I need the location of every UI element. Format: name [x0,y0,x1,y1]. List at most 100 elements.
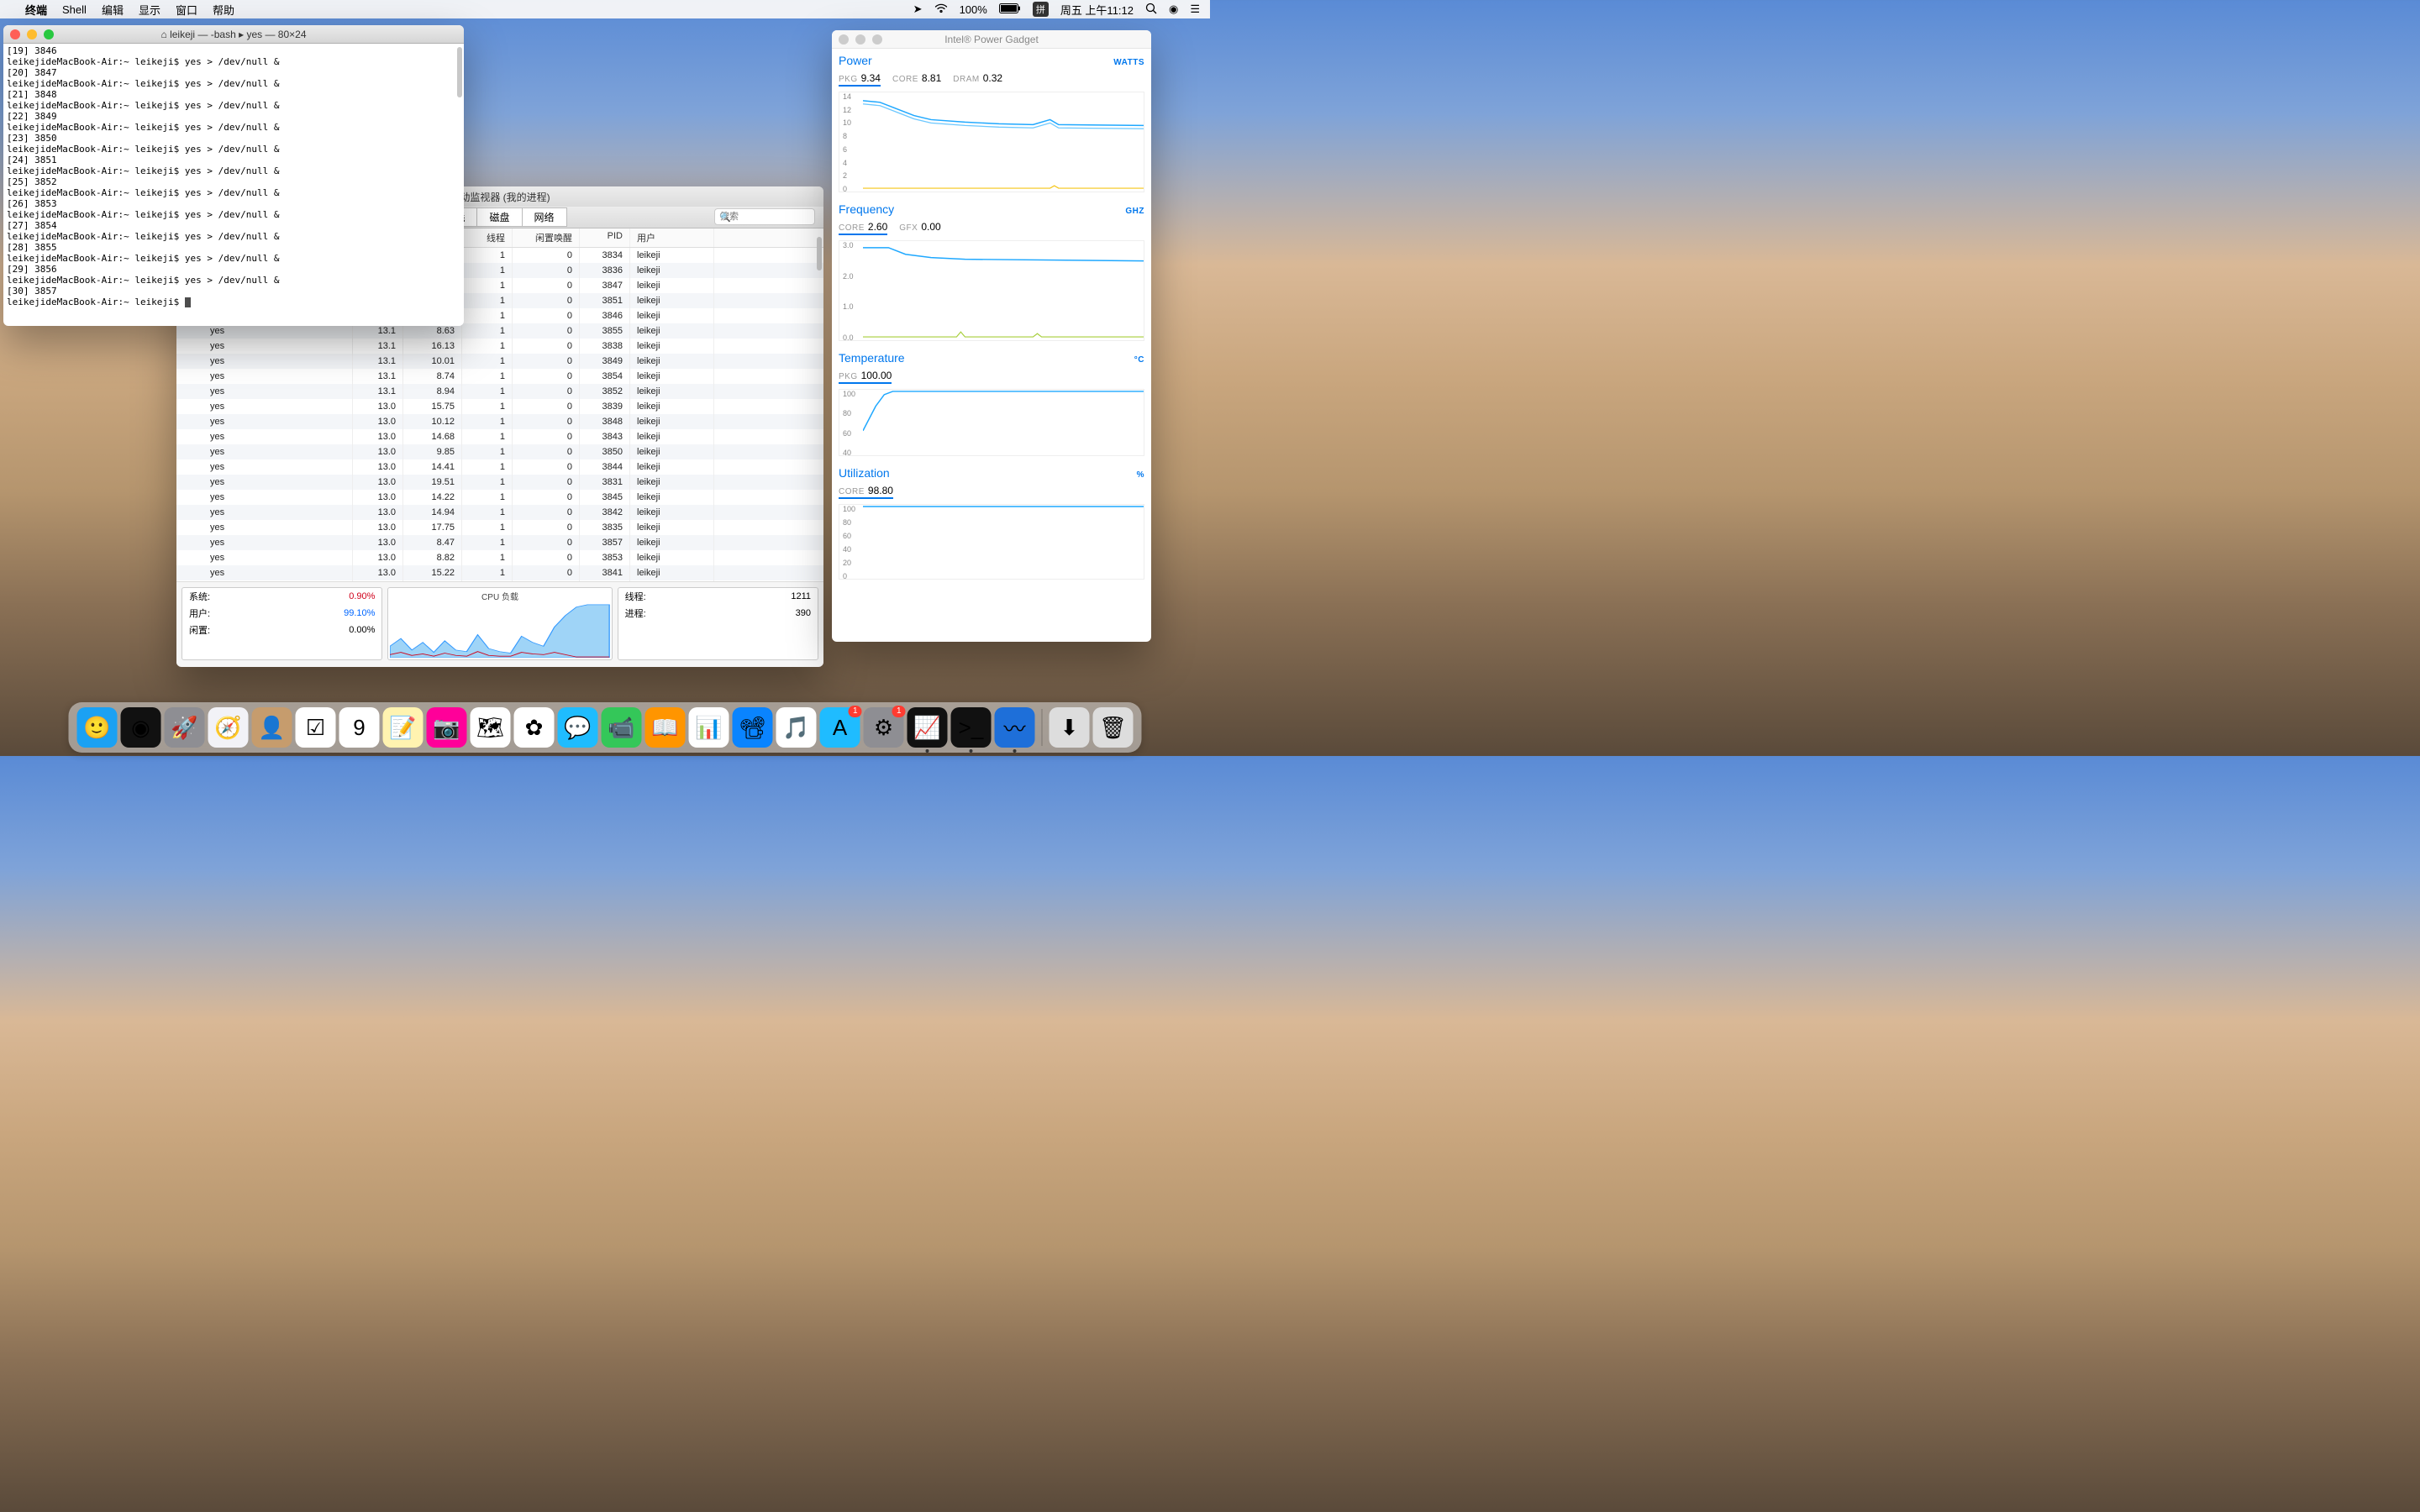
siri-icon[interactable]: ◉ [121,707,161,748]
trash-icon[interactable]: 🗑 [1093,707,1134,748]
zoom-button[interactable] [44,29,54,39]
table-row[interactable]: yes 13.019.51 10 3831leikeji [176,475,823,490]
table-row[interactable]: yes 13.08.82 10 3853leikeji [176,550,823,565]
zoom-button[interactable] [872,34,882,45]
spotlight-icon[interactable] [1145,3,1157,17]
powergadget-icon[interactable]: 〰 [995,707,1035,748]
photobooth-icon[interactable]: 📷 [427,707,467,748]
badge: 1 [892,706,906,717]
table-row[interactable]: yes 13.116.13 10 3838leikeji [176,339,823,354]
procs-value: 390 [719,605,818,622]
table-row[interactable]: yes 13.014.22 10 3845leikeji [176,490,823,505]
unit-label: GHZ [1125,207,1144,216]
scrollbar[interactable] [817,237,822,270]
unit-label: °C [1134,355,1144,365]
notes-icon[interactable]: 📝 [383,707,424,748]
table-row[interactable]: yes 13.015.22 10 3841leikeji [176,565,823,580]
notification-center-icon[interactable]: ☰ [1190,3,1200,16]
safari-icon[interactable]: 🧭 [208,707,249,748]
menu-help[interactable]: 帮助 [213,2,234,18]
menu-view[interactable]: 显示 [139,2,160,18]
minimize-button[interactable] [855,34,865,45]
table-row[interactable]: yes 13.014.94 10 3842leikeji [176,505,823,520]
table-row[interactable]: yes 13.015.75 10 3839leikeji [176,399,823,414]
idle-label: 闲置: [182,622,269,638]
table-row[interactable]: yes 13.017.75 10 3835leikeji [176,520,823,535]
cpu-stats-box: 系统:0.90% 用户:99.10% 闲置:0.00% [182,587,382,660]
tab-disk[interactable]: 磁盘 [476,207,522,227]
table-row[interactable]: yes 13.08.47 10 3857leikeji [176,535,823,550]
terminal-icon[interactable]: >_ [951,707,992,748]
procs-label: 进程: [618,605,720,622]
downloads-icon[interactable]: ⬇ [1050,707,1090,748]
battery-percent[interactable]: 100% [960,3,987,16]
maps-icon[interactable]: 🗺 [471,707,511,748]
clock[interactable]: 周五 上午11:12 [1060,2,1134,18]
table-row[interactable]: yes 13.014.41 10 3844leikeji [176,459,823,475]
close-button[interactable] [10,29,20,39]
preferences-icon[interactable]: ⚙1 [864,707,904,748]
search-icon: 🔍 [719,212,731,223]
power-gadget-titlebar[interactable]: Intel® Power Gadget [832,30,1151,49]
util-stats: CORE98.80 [839,483,1144,502]
table-row[interactable]: yes 13.010.12 10 3848leikeji [176,414,823,429]
freq-stats: CORE2.60GFX0.00 [839,219,1144,239]
table-row[interactable]: yes 13.18.94 10 3852leikeji [176,384,823,399]
keynote-icon[interactable]: 📽 [733,707,773,748]
launchpad-icon[interactable]: 🚀 [165,707,205,748]
table-row[interactable]: yes 13.014.68 10 3843leikeji [176,429,823,444]
terminal-titlebar[interactable]: ⌂ leikeji — -bash ▸ yes — 80×24 [3,25,464,44]
itunes-icon[interactable]: 🎵 [776,707,817,748]
idle-value: 0.00% [269,622,381,638]
user-label: 用户: [182,605,269,622]
menu-edit[interactable]: 编辑 [102,2,124,18]
col-threads[interactable]: 线程 [462,228,513,247]
col-user[interactable]: 用户 [630,228,714,247]
window-title: ⌂ leikeji — -bash ▸ yes — 80×24 [3,29,464,40]
reminders-icon[interactable]: ☑ [296,707,336,748]
col-idle-wake[interactable]: 闲置唤醒 [513,228,580,247]
section-util: Utilization [839,466,890,480]
finder-icon[interactable]: 🙂 [77,707,118,748]
user-value: 99.10% [269,605,381,622]
threads-label: 线程: [618,588,720,605]
menu-shell[interactable]: Shell [62,3,87,16]
messages-icon[interactable]: 💬 [558,707,598,748]
facetime-icon[interactable]: 📹 [602,707,642,748]
input-method[interactable]: 拼 [1033,2,1049,17]
power-stats: PKG9.34CORE8.81DRAM0.32 [839,71,1144,90]
home-icon: ⌂ [160,29,166,40]
terminal-window: ⌂ leikeji — -bash ▸ yes — 80×24 [19] 384… [3,25,464,326]
cpu-graph-label: CPU 负载 [481,590,518,602]
table-row[interactable]: yes 13.110.01 10 3849leikeji [176,354,823,369]
menubar-app[interactable]: 终端 [25,2,47,18]
wifi-icon[interactable] [934,3,948,16]
appstore-icon[interactable]: A1 [820,707,860,748]
scrollbar[interactable] [457,47,462,97]
battery-icon [999,3,1021,16]
contacts-icon[interactable]: 👤 [252,707,292,748]
calendar-icon[interactable]: 9 [339,707,380,748]
running-indicator [1013,749,1017,753]
dock-separator [1042,709,1043,746]
tab-network[interactable]: 网络 [522,207,567,227]
minimize-button[interactable] [27,29,37,39]
menubar: 终端 Shell 编辑 显示 窗口 帮助 ➤ 100% 拼 周五 上午11:12… [0,0,1210,18]
unit-label: % [1137,470,1144,480]
activitymonitor-icon[interactable]: 📈 [908,707,948,748]
col-pid[interactable]: PID [580,228,630,247]
numbers-icon[interactable]: 📊 [689,707,729,748]
ibooks-icon[interactable]: 📖 [645,707,686,748]
location-icon[interactable]: ➤ [913,3,923,16]
table-row[interactable]: yes 13.18.74 10 3854leikeji [176,369,823,384]
menu-window[interactable]: 窗口 [176,2,197,18]
process-count-box: 线程:1211 进程:390 [618,587,818,660]
temp-stats: PKG100.00 [839,368,1144,387]
terminal-content[interactable]: [19] 3846 leikejideMacBook-Air:~ leikeji… [3,44,464,309]
siri-status-icon[interactable]: ◉ [1169,3,1178,16]
table-row[interactable]: yes 13.09.85 10 3850leikeji [176,444,823,459]
cpu-load-graph: CPU 负载 [387,587,612,660]
close-button[interactable] [839,34,849,45]
section-freq: Frequency [839,202,894,216]
photos-icon[interactable]: ✿ [514,707,555,748]
